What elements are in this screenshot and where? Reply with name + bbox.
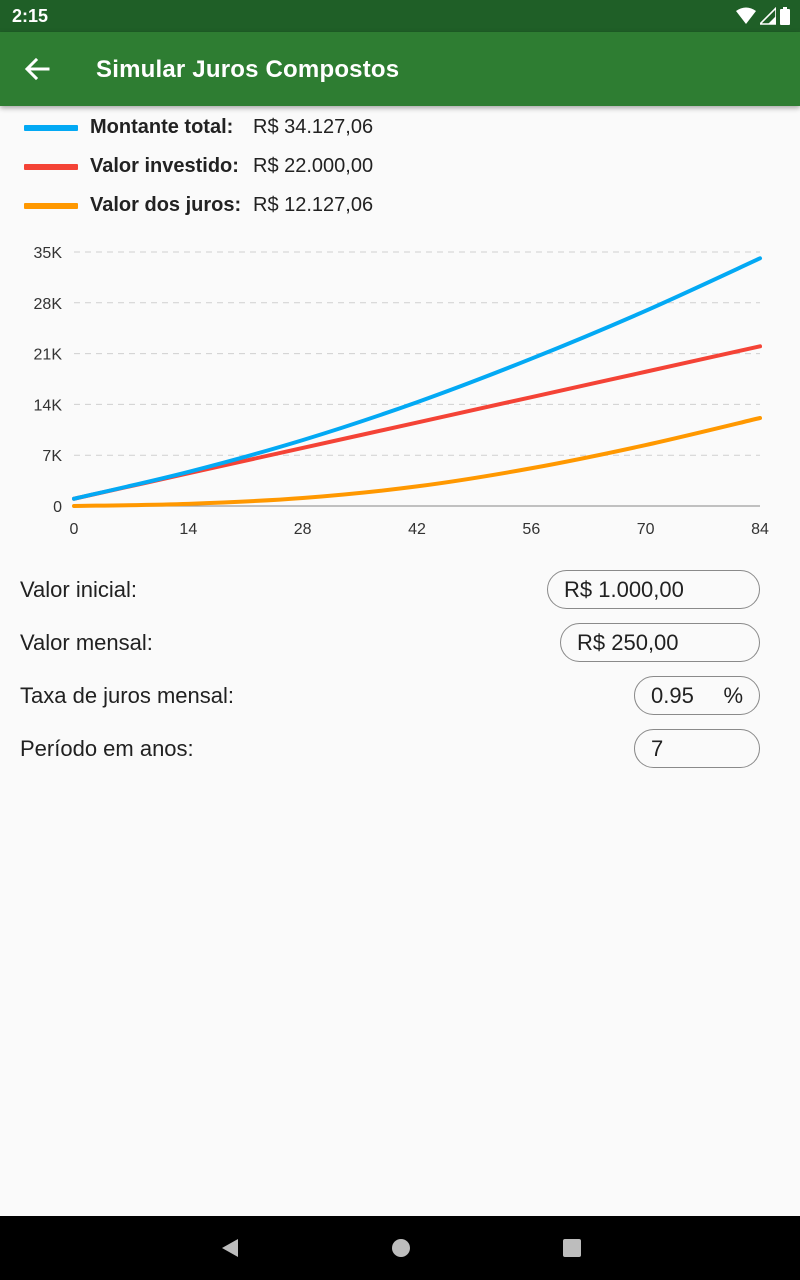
- page-title: Simular Juros Compostos: [96, 56, 400, 83]
- y-tick-label: 14K: [34, 397, 63, 414]
- nav-recents-icon[interactable]: [560, 1236, 584, 1260]
- y-tick-label: 7K: [42, 448, 62, 465]
- y-tick-label: 35K: [34, 245, 63, 262]
- x-tick-label: 14: [179, 521, 197, 538]
- x-tick-label: 56: [522, 521, 540, 538]
- nav-home-icon[interactable]: [389, 1236, 413, 1260]
- line-chart: 0 7K 14K 21K 28K 35K 0 14 28 42 56 70 84: [34, 245, 769, 538]
- form-row-initial: Valor inicial: R$ 1.000,00: [20, 568, 760, 621]
- initial-value-input[interactable]: R$ 1.000,00: [547, 570, 760, 609]
- back-button[interactable]: [18, 49, 58, 89]
- percent-suffix: %: [723, 683, 743, 708]
- x-tick-label: 28: [294, 521, 312, 538]
- y-tick-label: 28K: [34, 296, 63, 313]
- legend-swatch-total: [24, 125, 78, 131]
- interest-rate-input[interactable]: 0.95 %: [634, 676, 760, 715]
- period-label: Período em anos:: [20, 736, 194, 761]
- form-row-period: Período em anos: 7: [20, 727, 760, 780]
- legend-swatch-interest: [24, 203, 78, 209]
- period-text: 7: [651, 736, 664, 761]
- x-tick-label: 84: [751, 521, 769, 538]
- battery-icon: [780, 7, 790, 25]
- arrow-back-icon: [24, 57, 50, 81]
- simulation-form: Valor inicial: R$ 1.000,00 Valor mensal:…: [20, 568, 760, 780]
- monthly-value-input[interactable]: R$ 250,00: [560, 623, 760, 662]
- x-tick-label: 42: [408, 521, 426, 538]
- legend-value-interest: R$ 12.127,06: [253, 194, 374, 216]
- period-input[interactable]: 7: [634, 729, 760, 768]
- legend-label-interest: Valor dos juros:: [90, 194, 242, 216]
- form-row-monthly: Valor mensal: R$ 250,00: [20, 621, 760, 674]
- legend-label-invested: Valor investido:: [90, 155, 239, 177]
- form-row-rate: Taxa de juros mensal: 0.95 %: [20, 674, 760, 727]
- interest-rate-label: Taxa de juros mensal:: [20, 683, 234, 708]
- status-icons: [736, 6, 790, 26]
- status-time: 2:15: [12, 6, 49, 26]
- x-tick-label: 0: [70, 521, 79, 538]
- chart-legend: Montante total: R$ 34.127,06 Valor inves…: [22, 114, 722, 231]
- legend-swatch-invested: [24, 164, 78, 170]
- legend-item-invested: Valor investido: R$ 22.000,00: [22, 153, 722, 192]
- series-line-total: [72, 256, 762, 501]
- legend-item-total: Montante total: R$ 34.127,06: [22, 114, 722, 153]
- y-tick-label: 21K: [34, 347, 63, 364]
- legend-value-total: R$ 34.127,06: [253, 116, 374, 138]
- interest-rate-text: 0.95: [651, 683, 694, 708]
- wifi-icon: [736, 7, 756, 24]
- legend-value-invested: R$ 22.000,00: [253, 155, 374, 177]
- nav-back-icon[interactable]: [218, 1236, 242, 1260]
- app-bar: Simular Juros Compostos: [0, 32, 800, 106]
- legend-label-total: Montante total:: [90, 116, 234, 138]
- y-tick-label: 0: [53, 499, 62, 516]
- monthly-value-text: R$ 250,00: [577, 630, 679, 655]
- initial-value-text: R$ 1.000,00: [564, 577, 684, 602]
- system-nav-bar: [0, 1216, 800, 1280]
- monthly-value-label: Valor mensal:: [20, 630, 153, 655]
- legend-item-interest: Valor dos juros: R$ 12.127,06: [22, 192, 722, 231]
- status-bar: 2:15: [0, 0, 800, 32]
- signal-icon: [760, 7, 776, 25]
- series-line-interest: [72, 415, 762, 508]
- initial-value-label: Valor inicial:: [20, 577, 137, 602]
- x-tick-label: 70: [637, 521, 655, 538]
